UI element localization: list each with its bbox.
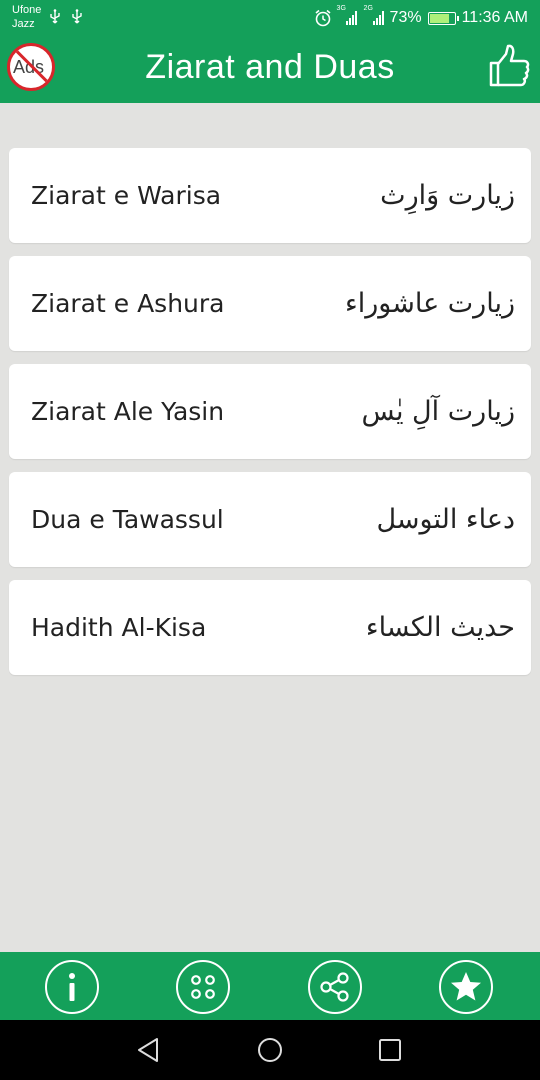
item-english-title: Ziarat e Ashura: [31, 289, 225, 318]
usb-icon: [72, 9, 82, 24]
carrier-line-2: Jazz: [12, 18, 35, 30]
app-bar: Ads Ziarat and Duas: [0, 36, 540, 103]
item-english-title: Ziarat Ale Yasin: [31, 397, 225, 426]
battery-icon: [427, 11, 459, 25]
item-english-title: Ziarat e Warisa: [31, 181, 222, 210]
star-icon: [451, 972, 481, 1001]
item-arabic-title: حديث الكساء: [365, 612, 515, 643]
home-icon[interactable]: [254, 1034, 286, 1066]
info-icon: [69, 973, 75, 1001]
bottom-toolbar: [0, 952, 540, 1020]
list-item[interactable]: Dua e Tawassul دعاء التوسل: [9, 472, 531, 567]
signal-icon: 3G: [337, 5, 357, 25]
item-arabic-title: دعاء التوسل: [376, 504, 515, 535]
item-english-title: Dua e Tawassul: [31, 505, 224, 534]
list-item[interactable]: Ziarat e Ashura زيارت عاشوراء: [9, 256, 531, 351]
page-title: Ziarat and Duas: [145, 48, 395, 86]
ziarat-list: Ziarat e Warisa زيارت وَارِث Ziarat e As…: [9, 148, 531, 688]
network-type-2: 2G: [363, 5, 373, 12]
recents-icon[interactable]: [374, 1034, 406, 1066]
item-arabic-title: زيارت وَارِث: [380, 180, 515, 211]
alarm-icon: [315, 9, 331, 27]
more-apps-icon: [191, 975, 215, 999]
list-item[interactable]: Hadith Al-Kisa حديث الكساء: [9, 580, 531, 675]
usb-icon: [50, 9, 60, 24]
carrier-line-1: Ufone: [12, 4, 42, 16]
rate-button[interactable]: [439, 960, 493, 1014]
info-button[interactable]: [45, 960, 99, 1014]
list-item[interactable]: Ziarat Ale Yasin زيارت آلِ يٰس: [9, 364, 531, 459]
signal-icon: 2G: [364, 5, 384, 25]
share-icon: [320, 972, 349, 1002]
carrier-name: Ufone Jazz: [12, 3, 41, 31]
item-arabic-title: زيارت آلِ يٰس: [361, 396, 515, 427]
more-apps-button[interactable]: [176, 960, 230, 1014]
battery-percent: 73%: [389, 9, 422, 26]
back-icon[interactable]: [133, 1034, 165, 1066]
item-english-title: Hadith Al-Kisa: [31, 613, 207, 642]
status-bar: Ufone Jazz 3G 2G 73% 11:36 AM: [0, 0, 540, 36]
system-nav-bar: [0, 1020, 540, 1080]
item-arabic-title: زيارت عاشوراء: [345, 288, 515, 319]
network-type-1: 3G: [336, 5, 346, 12]
share-button[interactable]: [308, 960, 362, 1014]
list-item[interactable]: Ziarat e Warisa زيارت وَارِث: [9, 148, 531, 243]
thumbs-up-icon[interactable]: [488, 44, 530, 88]
status-icons: 3G 2G 73% 11:36 AM: [314, 5, 528, 29]
clock: 11:36 AM: [461, 9, 528, 26]
